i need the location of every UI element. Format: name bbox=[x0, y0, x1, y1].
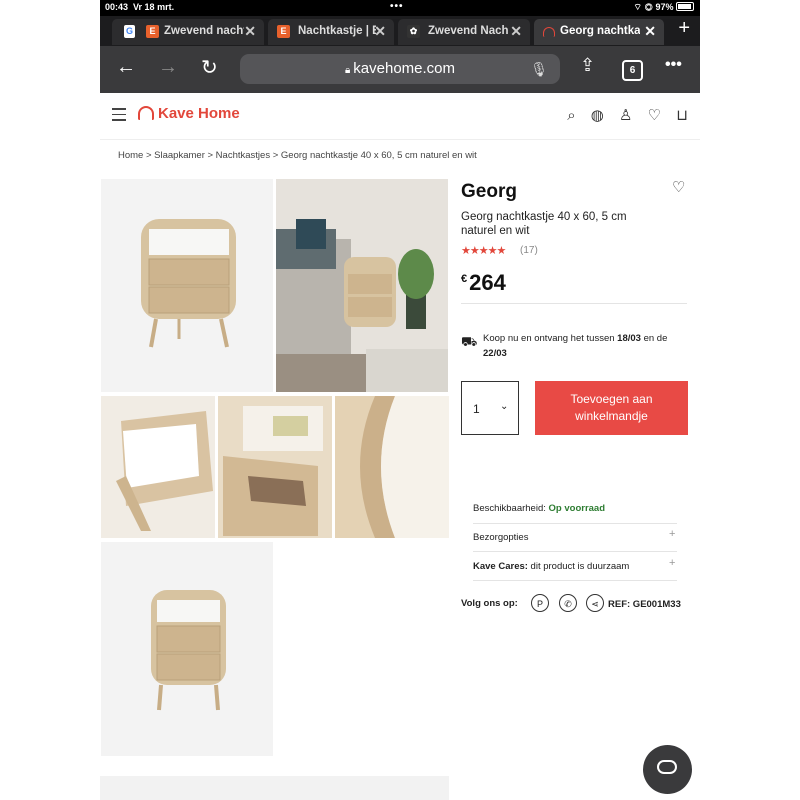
microphone-icon[interactable]: 🎙︎ bbox=[530, 54, 548, 84]
quantity-value: 1 bbox=[473, 402, 480, 416]
lock-icon: 🔒︎ bbox=[344, 65, 351, 76]
divider bbox=[473, 580, 677, 581]
drawer-books bbox=[218, 396, 332, 538]
url-text: kavehome.com bbox=[353, 60, 456, 77]
product-reference: REF: GE001M33 bbox=[608, 599, 681, 610]
battery-icon bbox=[676, 2, 694, 11]
wood-corner bbox=[335, 396, 449, 538]
ipad-screen: 00:43 Vr 18 mrt. ••• ⌔ ◎ 97% G E Zwevend… bbox=[100, 0, 700, 800]
browser-tab[interactable]: G E Zwevend nachtkastje ✕ bbox=[112, 19, 264, 45]
search-icon[interactable]: ⌕ bbox=[567, 107, 575, 124]
delivery-truck-icon: ⛟ bbox=[461, 334, 478, 349]
google-icon: G bbox=[124, 25, 135, 38]
product-image-front-2[interactable] bbox=[101, 542, 273, 756]
status-time: 00:43 Vr 18 mrt. bbox=[105, 2, 175, 12]
breadcrumb[interactable]: Home > Slaapkamer > Nachtkastjes > Georg… bbox=[118, 150, 477, 161]
share-icon[interactable]: ⇪ bbox=[580, 55, 595, 76]
globe-icon[interactable]: ◍ bbox=[591, 107, 604, 124]
tab-favicon-icon: E bbox=[277, 25, 290, 38]
status-right: ⌔ ◎ 97% bbox=[633, 2, 694, 13]
status-bar: 00:43 Vr 18 mrt. ••• ⌔ ◎ 97% bbox=[100, 0, 700, 16]
more-icon[interactable]: ••• bbox=[665, 56, 682, 74]
menu-icon[interactable] bbox=[112, 108, 126, 125]
new-tab-icon[interactable]: + bbox=[678, 17, 690, 40]
cart-icon[interactable]: ⊔ bbox=[676, 107, 688, 124]
chat-button[interactable] bbox=[643, 745, 692, 794]
product-image-bedroom[interactable] bbox=[276, 179, 448, 392]
nightstand-illustration bbox=[141, 219, 236, 348]
product-description: Georg nachtkastje 40 x 60, 5 cm naturel … bbox=[461, 211, 627, 237]
product-image-drawer-open[interactable] bbox=[101, 396, 215, 538]
user-icon[interactable]: ♙ bbox=[619, 107, 632, 124]
divider bbox=[473, 551, 677, 552]
rating-stars[interactable]: ★★★★★ bbox=[461, 244, 506, 257]
chevron-down-icon: ⌄ bbox=[500, 401, 509, 412]
tab-favicon-icon: E bbox=[146, 25, 159, 38]
browser-toolbar: ← → ↻ 🔒︎ kavehome.com 🎙︎ ⇪ 6 ••• bbox=[100, 46, 700, 93]
tab-overview-button[interactable]: 6 bbox=[622, 60, 643, 81]
browser-tab[interactable]: E Nachtkastje | Etsy ✕ bbox=[268, 19, 394, 45]
browser-tab[interactable]: ✿ Zwevend Nachtkastje ✕ bbox=[398, 19, 530, 45]
tab-title: Zwevend Nachtkastje bbox=[428, 25, 508, 37]
pinterest-icon[interactable]: P bbox=[531, 594, 549, 612]
product-image-drawer-detail[interactable] bbox=[218, 396, 332, 538]
close-icon[interactable]: ✕ bbox=[244, 23, 256, 40]
below-gallery-strip bbox=[100, 776, 449, 800]
availability-status: Op voorraad bbox=[548, 503, 606, 514]
browser-tab-active[interactable]: Georg nachtkastje ✕ bbox=[534, 19, 664, 45]
wishlist-heart-icon[interactable]: ♡ bbox=[672, 178, 685, 196]
product-name: Georg bbox=[461, 181, 517, 202]
wishlist-icon[interactable]: ♡ bbox=[648, 107, 661, 124]
header-icons: ⌕ ◍ ♙ ♡ ⊔ bbox=[556, 106, 688, 124]
follow-label: Volg ons op: bbox=[461, 598, 518, 609]
back-icon[interactable]: ← bbox=[116, 56, 136, 79]
tab-title: Zwevend nachtkastje bbox=[164, 25, 244, 37]
expand-icon[interactable]: + bbox=[669, 557, 675, 569]
address-bar[interactable]: 🔒︎ kavehome.com 🎙︎ bbox=[240, 54, 560, 84]
product-price: €264 bbox=[461, 270, 506, 295]
tab-bar: G E Zwevend nachtkastje ✕ E Nachtkastje … bbox=[100, 16, 700, 46]
tab-favicon-icon: ✿ bbox=[407, 25, 420, 38]
tab-title: Nachtkastje | Etsy bbox=[298, 25, 376, 37]
close-icon[interactable]: ✕ bbox=[510, 23, 522, 40]
delivery-info: Koop nu en ontvang het tussen 18/03 en d… bbox=[483, 333, 668, 359]
battery-percent: 97% bbox=[655, 2, 674, 12]
whatsapp-icon[interactable]: ✆ bbox=[559, 594, 577, 612]
wifi-icon: ⌔ bbox=[633, 2, 642, 12]
drawer-detail bbox=[101, 396, 215, 538]
brand-logo[interactable]: Kave Home bbox=[138, 105, 240, 122]
kave-home-icon bbox=[543, 27, 555, 37]
lock-rotation-icon: ◎ bbox=[644, 2, 653, 12]
reload-icon[interactable]: ↻ bbox=[201, 55, 218, 80]
quantity-select[interactable]: 1 ⌄ bbox=[461, 381, 519, 435]
kave-cares-row[interactable]: Kave Cares: dit product is duurzaam + bbox=[473, 557, 675, 572]
kave-home-icon bbox=[138, 106, 154, 120]
nightstand-front bbox=[151, 590, 226, 711]
add-to-cart-button[interactable]: Toevoegen aan winkelmandje bbox=[535, 381, 688, 435]
bedroom-scene bbox=[276, 179, 448, 392]
chat-icon bbox=[657, 760, 677, 774]
product-image-front[interactable] bbox=[101, 179, 273, 392]
share-link-icon[interactable]: ⋖ bbox=[586, 594, 604, 612]
divider bbox=[461, 303, 687, 304]
multitask-dots[interactable]: ••• bbox=[390, 1, 404, 12]
close-icon[interactable]: ✕ bbox=[374, 23, 386, 40]
forward-icon[interactable]: → bbox=[158, 56, 178, 79]
availability: Beschikbaarheid: Op voorraad bbox=[473, 503, 606, 514]
product-image-corner-detail[interactable] bbox=[335, 396, 449, 538]
close-icon[interactable]: ✕ bbox=[644, 23, 656, 40]
shipping-options-row[interactable]: Bezorgopties + bbox=[473, 528, 675, 543]
tab-title: Georg nachtkastje bbox=[560, 25, 640, 37]
currency: € bbox=[461, 273, 468, 285]
review-count[interactable]: (17) bbox=[520, 245, 538, 256]
expand-icon[interactable]: + bbox=[669, 528, 675, 540]
site-header: Kave Home ⌕ ◍ ♙ ♡ ⊔ bbox=[100, 93, 700, 140]
divider bbox=[473, 523, 677, 524]
